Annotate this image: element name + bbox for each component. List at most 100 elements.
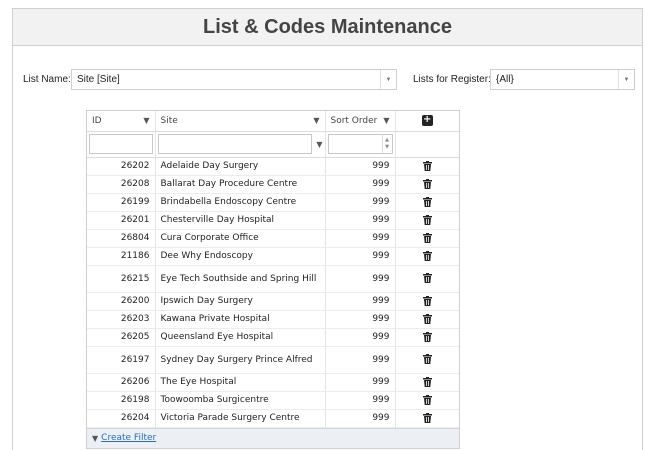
table-row[interactable]: 26203 Kawana Private Hospital 999 <box>87 310 459 329</box>
delete-button[interactable] <box>395 247 459 266</box>
cell-sort-order: 999 <box>325 247 396 266</box>
trash-icon[interactable] <box>422 376 432 387</box>
spinner-icon[interactable]: ▲ ▼ <box>381 135 392 153</box>
trash-icon[interactable] <box>422 214 432 225</box>
trash-icon[interactable] <box>422 295 432 306</box>
cell-id: 26206 <box>87 373 156 392</box>
delete-button[interactable] <box>395 310 459 329</box>
column-header-id[interactable]: ID ▼ <box>87 111 156 132</box>
cell-id: 26205 <box>87 328 156 347</box>
delete-button[interactable] <box>395 391 459 410</box>
table-row[interactable]: 26215 Eye Tech Southside and Spring Hill 9… <box>87 265 459 293</box>
trash-icon[interactable] <box>422 331 432 342</box>
cell-sort-order: 999 <box>325 391 396 410</box>
grid-body: 26202 Adelaide Day Surgery 999 26208 Ballara… <box>87 157 459 428</box>
trash-icon[interactable] <box>422 196 432 207</box>
table-row[interactable]: 26205 Queensland Eye Hospital 999 <box>87 328 459 347</box>
filter-input-row: ▼ ▲ ▼ <box>87 131 459 158</box>
chevron-down-icon[interactable]: ▼ <box>380 70 396 89</box>
trash-icon[interactable] <box>422 160 432 171</box>
chevron-down-icon[interactable]: ▼ <box>618 70 634 89</box>
lists-for-register-value: {All} <box>496 74 514 85</box>
delete-button[interactable] <box>395 193 459 212</box>
cell-id: 26208 <box>87 175 156 194</box>
cell-sort-order: 999 <box>325 193 396 212</box>
sort-order-filter-input[interactable]: ▲ ▼ <box>327 134 393 154</box>
table-row[interactable]: 26804 Cura Corporate Office 999 <box>87 229 459 248</box>
table-row[interactable]: 26206 The Eye Hospital 999 <box>87 373 459 392</box>
filter-row: List Name: Site [Site] ▼ Lists for Regis… <box>0 69 651 91</box>
delete-button[interactable] <box>395 265 459 293</box>
list-name-value: Site [Site] <box>77 74 120 85</box>
cell-id: 21186 <box>87 247 156 266</box>
list-name-label: List Name: <box>23 74 71 85</box>
cell-id: 26200 <box>87 292 156 311</box>
delete-button[interactable] <box>395 157 459 176</box>
cell-id: 26197 <box>87 346 156 374</box>
delete-button[interactable] <box>395 409 459 428</box>
cell-sort-order: 999 <box>325 292 396 311</box>
table-row[interactable]: 26201 Chesterville Day Hospital 999 <box>87 211 459 230</box>
funnel-icon[interactable]: ▼ <box>383 116 389 125</box>
column-label-sort-order: Sort Order <box>330 115 378 126</box>
trash-icon[interactable] <box>422 354 432 365</box>
table-row[interactable]: 26208 Ballarat Day Procedure Centre 999 <box>87 175 459 194</box>
cell-id: 26199 <box>87 193 156 212</box>
trash-icon[interactable] <box>422 178 432 189</box>
table-row[interactable]: 26204 Victoria Parade Surgery Centre 999 <box>87 409 459 428</box>
cell-site: Dee Why Endoscopy <box>155 247 326 266</box>
cell-id: 26203 <box>87 310 156 329</box>
trash-icon[interactable] <box>422 394 432 405</box>
cell-site: Cura Corporate Office <box>155 229 326 248</box>
table-row[interactable]: 26202 Adelaide Day Surgery 999 <box>87 157 459 176</box>
title-bar: List & Codes Maintenance <box>12 8 643 46</box>
cell-id: 26204 <box>87 409 156 428</box>
cell-id: 26202 <box>87 157 156 176</box>
trash-icon[interactable] <box>422 232 432 243</box>
delete-button[interactable] <box>395 175 459 194</box>
cell-sort-order: 999 <box>325 157 396 176</box>
funnel-icon[interactable]: ▼ <box>143 116 149 125</box>
delete-button[interactable] <box>395 229 459 248</box>
cell-site: Adelaide Day Surgery <box>155 157 326 176</box>
trash-icon[interactable] <box>422 412 432 423</box>
cell-site: Chesterville Day Hospital <box>155 211 326 230</box>
cell-sort-order: 999 <box>325 328 396 347</box>
lists-for-register-dropdown[interactable]: {All} ▼ <box>490 69 635 90</box>
delete-button[interactable] <box>395 346 459 374</box>
cell-id: 26198 <box>87 391 156 410</box>
cell-id: 26215 <box>87 265 156 293</box>
trash-icon[interactable] <box>422 313 432 324</box>
column-header-sort-order[interactable]: Sort Order ▼ <box>325 111 396 132</box>
cell-sort-order: 999 <box>325 265 396 293</box>
create-filter-link[interactable]: Create Filter <box>101 433 156 443</box>
trash-icon[interactable] <box>422 273 432 284</box>
delete-button[interactable] <box>395 373 459 392</box>
table-row[interactable]: 26197 Sydney Day Surgery Prince Alfred 999 <box>87 346 459 374</box>
site-filter-input[interactable] <box>157 134 313 154</box>
cell-id: 26804 <box>87 229 156 248</box>
page-title: List & Codes Maintenance <box>203 15 452 38</box>
table-row[interactable]: 26200 Ipswich Day Surgery 999 <box>87 292 459 311</box>
table-row[interactable]: 26198 Toowoomba Surgicentre 999 <box>87 391 459 410</box>
trash-icon[interactable] <box>422 250 432 261</box>
cell-site: Kawana Private Hospital <box>155 310 326 329</box>
table-row[interactable]: 21186 Dee Why Endoscopy 999 <box>87 247 459 266</box>
grid-header-row: ID ▼ Site ▼ Sort Order ▼ + <box>87 111 459 132</box>
table-row[interactable]: 26199 Brindabella Endoscopy Centre 999 <box>87 193 459 212</box>
sites-grid: ID ▼ Site ▼ Sort Order ▼ + ▼ ▲ ▼ 26202 A… <box>86 110 460 449</box>
column-header-site[interactable]: Site ▼ <box>155 111 326 132</box>
column-label-site: Site <box>160 115 178 126</box>
funnel-icon[interactable]: ▼ <box>316 140 322 149</box>
cell-site: Sydney Day Surgery Prince Alfred <box>155 346 326 374</box>
funnel-icon[interactable]: ▼ <box>313 116 319 125</box>
delete-button[interactable] <box>395 328 459 347</box>
delete-button[interactable] <box>395 292 459 311</box>
column-header-actions: + <box>395 111 459 132</box>
delete-button[interactable] <box>395 211 459 230</box>
cell-id: 26201 <box>87 211 156 230</box>
list-name-dropdown[interactable]: Site [Site] ▼ <box>71 69 397 90</box>
plus-square-icon[interactable]: + <box>421 115 433 127</box>
id-filter-input[interactable] <box>89 134 153 154</box>
grid-footer: ▼ Create Filter <box>87 427 459 448</box>
